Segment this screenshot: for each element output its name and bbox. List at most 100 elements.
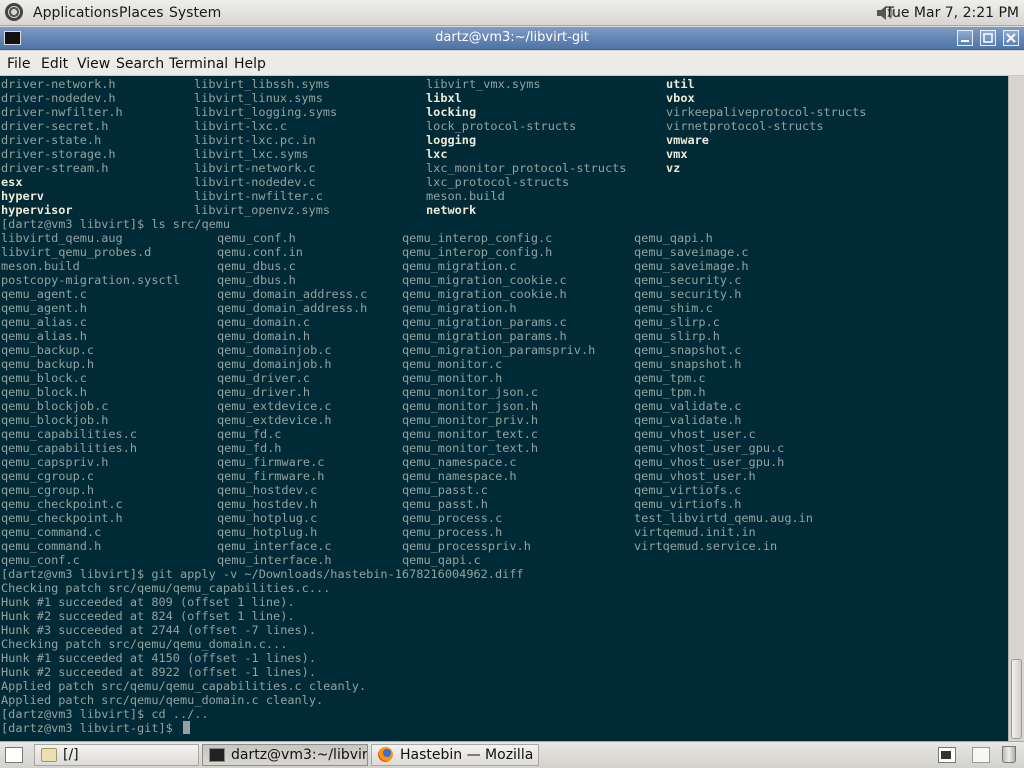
terminal-file-entry: qemu_monitor.c (402, 357, 503, 371)
menu-view[interactable]: View (77, 56, 110, 72)
terminal-file-entry: libvirt-network.c (194, 161, 316, 175)
task-file-browser[interactable]: [/] (34, 744, 199, 766)
terminal-file-entry: qemu_security.c (634, 273, 742, 287)
terminal-prompt: [dartz@vm3 libvirt-git]$ (1, 721, 180, 735)
terminal-dir-entry: vbox (666, 91, 695, 105)
terminal-dir-entry: vmware (666, 133, 709, 147)
terminal-file-entry: qemu_namespace.h (402, 469, 517, 483)
terminal-dir-entry: esx (1, 175, 23, 189)
minimize-button[interactable] (957, 30, 973, 46)
terminal-line: qemu_backup.c qemu_domainjob.c qemu_migrat… (1, 343, 741, 357)
gnome-foot-icon[interactable] (5, 3, 23, 21)
terminal-file-entry: qemu_dbus.c (217, 259, 296, 273)
terminal-line: libvirtd_qemu.aug qemu_conf.h qemu_interop… (1, 231, 713, 245)
maximize-icon (983, 33, 993, 43)
terminal-line: driver-secret.h libvirt-lxc.c lock_protoco… (1, 119, 824, 133)
clock[interactable]: Tue Mar 7, 2:21 PM (886, 5, 1019, 21)
task-terminal[interactable]: dartz@vm3:~/libvirt... (202, 744, 368, 766)
task-label: Hastebin — Mozilla ... (400, 747, 539, 763)
terminal-file-entry: qemu_backup.c (1, 343, 95, 357)
terminal-dir-entry: libxl (426, 91, 462, 105)
close-button[interactable] (1003, 30, 1019, 46)
terminal-file-entry: qemu_blockjob.c (1, 399, 109, 413)
places-menu[interactable]: Places (119, 5, 164, 21)
terminal-file-entry: qemu_alias.c (1, 315, 87, 329)
terminal-file-entry: qemu_firmware.c (217, 455, 325, 469)
terminal-file-entry: qemu_vhost_user.h (634, 469, 756, 483)
terminal-file-entry: driver-state.h (1, 133, 102, 147)
terminal-output[interactable]: driver-network.h libvirt_libssh.syms libvi… (0, 76, 1008, 741)
window-title: dartz@vm3:~/libvirt-git (435, 30, 589, 45)
terminal-file-entry: qemu_monitor_text.c (402, 427, 539, 441)
terminal-file-entry: qemu_vhost_user_gpu.h (634, 455, 785, 469)
workspace-2-switcher[interactable] (972, 747, 990, 763)
terminal-text: Applied patch src/qemu/qemu_capabilities… (1, 679, 367, 693)
terminal-file-entry: test_libvirtd_qemu.aug.in (634, 511, 813, 525)
task-label: dartz@vm3:~/libvirt... (231, 747, 368, 763)
terminal-file-entry: qemu_domainjob.c (217, 343, 332, 357)
terminal-file-entry: qemu_blockjob.h (1, 413, 109, 427)
scrollbar-thumb[interactable] (1011, 659, 1022, 739)
terminal-file-entry: qemu_conf.h (217, 231, 296, 245)
terminal-line: driver-network.h libvirt_libssh.syms libvi… (1, 77, 695, 91)
terminal-file-entry: libvirt_libssh.syms (194, 77, 331, 91)
menu-edit[interactable]: Edit (41, 56, 68, 72)
terminal-scrollbar[interactable] (1008, 76, 1024, 741)
terminal-file-entry: qemu_saveimage.h (634, 259, 749, 273)
firefox-icon (378, 747, 393, 762)
terminal-file-entry: qemu_agent.c (1, 287, 87, 301)
terminal-line: qemu_blockjob.c qemu_extdevice.c qemu_moni… (1, 399, 741, 413)
terminal-file-entry: qemu_capabilities.h (1, 441, 138, 455)
terminal-text: Checking patch src/qemu/qemu_domain.c... (1, 637, 288, 651)
terminal-file-entry: qemu_block.c (1, 371, 87, 385)
show-desktop-icon[interactable] (5, 747, 23, 763)
terminal-file-entry: qemu_interface.c (217, 539, 332, 553)
terminal-file-entry: qemu_monitor_priv.h (402, 413, 539, 427)
terminal-line: qemu_checkpoint.c qemu_hostdev.h qemu_pass… (1, 497, 741, 511)
top-panel: Applications Places System Tue Mar 7, 2:… (0, 0, 1024, 26)
terminal-line: Hunk #3 succeeded at 2744 (offset -7 lin… (1, 623, 524, 637)
menu-terminal[interactable]: Terminal (169, 56, 228, 72)
terminal-line: driver-storage.h libvirt_lxc.syms lxc vmx (1, 147, 687, 161)
terminal-line: Applied patch src/qemu/qemu_domain.c cle… (1, 693, 524, 707)
menu-file[interactable]: File (7, 56, 30, 72)
terminal-line: qemu_alias.c qemu_domain.c qemu_migration_… (1, 315, 720, 329)
terminal-file-entry: qemu_interface.h (217, 553, 332, 567)
terminal-text: Applied patch src/qemu/qemu_domain.c cle… (1, 693, 324, 707)
terminal-file-entry: qemu_domain_address.h (217, 301, 368, 315)
terminal-line: [dartz@vm3 libvirt]$ ls src/qemu (1, 217, 524, 231)
terminal-file-entry: libvirt_lxc.syms (194, 147, 309, 161)
terminal-file-entry: driver-nodedev.h (1, 91, 116, 105)
terminal-file-entry: qemu_migration.h (402, 301, 517, 315)
system-menu[interactable]: System (169, 5, 221, 21)
terminal-file-entry: libvirt_openvz.syms (194, 203, 331, 217)
terminal-line: qemu_capspriv.h qemu_firmware.c qemu_names… (1, 455, 784, 469)
terminal-file-entry: qemu_saveimage.c (634, 245, 749, 259)
terminal-line: Hunk #1 succeeded at 809 (offset 1 line)… (1, 595, 524, 609)
menu-help[interactable]: Help (234, 56, 266, 72)
terminal-file-entry: qemu_migration.c (402, 259, 517, 273)
terminal-file-entry: qemu_extdevice.h (217, 413, 332, 427)
terminal-file-entry: driver-storage.h (1, 147, 116, 161)
terminal-prompt-line[interactable]: [dartz@vm3 libvirt-git]$ (1, 721, 524, 735)
terminal-file-entry: virkeepaliveprotocol-structs (666, 105, 867, 119)
terminal-line: qemu_checkpoint.h qemu_hotplug.c qemu_proc… (1, 511, 813, 525)
terminal-file-entry: qemu_slirp.c (634, 315, 720, 329)
maximize-button[interactable] (980, 30, 996, 46)
terminal-dir-entry: vz (666, 161, 681, 175)
terminal-file-entry: qemu_virtiofs.c (634, 483, 742, 497)
terminal-file-entry: qemu.conf.in (217, 245, 303, 259)
terminal-text: [dartz@vm3 libvirt]$ ls src/qemu (1, 217, 231, 231)
terminal-file-entry: qemu_command.c (1, 525, 102, 539)
task-firefox[interactable]: Hastebin — Mozilla ... (371, 744, 539, 766)
terminal-file-entry: qemu_tpm.c (634, 371, 706, 385)
menu-search[interactable]: Search (116, 56, 164, 72)
terminal-file-entry: lock_protocol-structs (426, 119, 577, 133)
workspace-1-switcher[interactable] (938, 747, 956, 763)
trash-icon[interactable] (1002, 746, 1016, 763)
terminal-file-entry: qemu_firmware.h (217, 469, 325, 483)
terminal-file-entry: qemu_capspriv.h (1, 455, 109, 469)
applications-menu[interactable]: Applications (33, 5, 119, 21)
terminal-line: driver-nwfilter.h libvirt_logging.syms loc… (1, 105, 866, 119)
window-titlebar[interactable]: dartz@vm3:~/libvirt-git (0, 27, 1024, 50)
